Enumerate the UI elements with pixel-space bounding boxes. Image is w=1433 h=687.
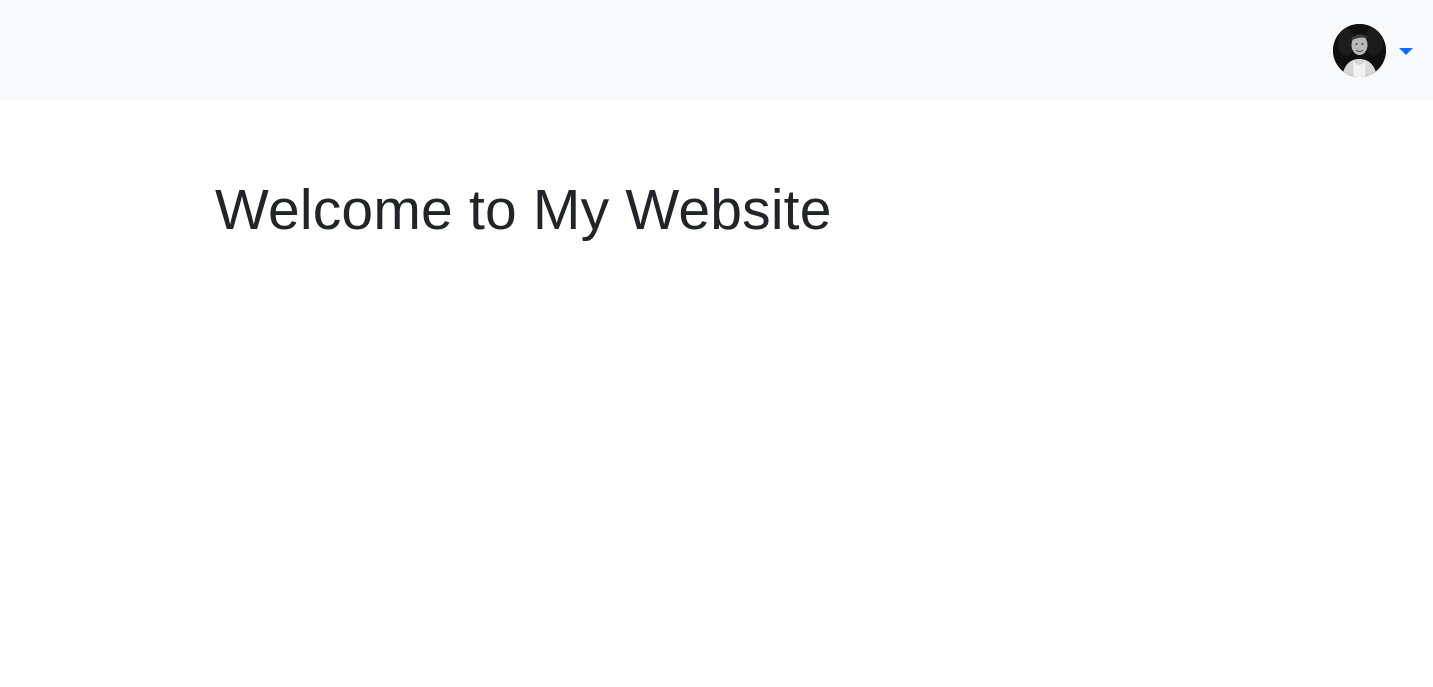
caret-down-icon[interactable]: [1399, 47, 1413, 55]
profile-dropdown-toggle[interactable]: [1333, 23, 1413, 77]
page-title: Welcome to My Website: [215, 178, 832, 242]
avatar-photo-icon: [1333, 23, 1386, 77]
user-avatar[interactable]: [1333, 23, 1386, 77]
main-content: Welcome to My Website: [215, 100, 1215, 244]
top-navbar: [0, 0, 1433, 100]
